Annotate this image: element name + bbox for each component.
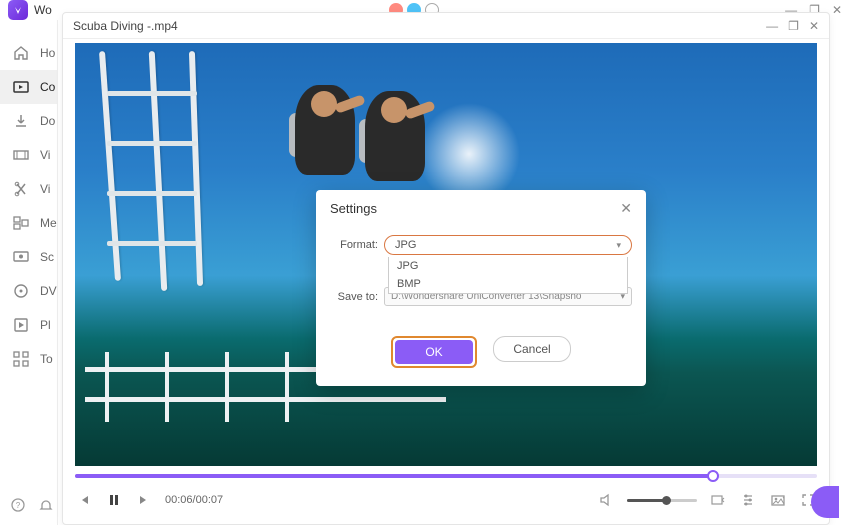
player-minimize-button[interactable]: —: [766, 19, 778, 33]
format-select[interactable]: JPG ▾: [384, 235, 632, 255]
time-display: 00:06/00:07: [165, 494, 223, 506]
next-frame-button[interactable]: [135, 491, 153, 509]
sidebar-item-downloader[interactable]: Do: [0, 104, 57, 138]
format-label: Format:: [330, 239, 378, 251]
sidebar-item-label: Vi: [40, 148, 50, 162]
sidebar-item-converter[interactable]: Co: [0, 70, 57, 104]
settings-icon[interactable]: [739, 491, 757, 509]
sidebar-item-label: Sc: [40, 250, 54, 264]
video-compress-icon: [12, 146, 30, 164]
progress-fill: [75, 474, 713, 478]
sidebar-item-merger[interactable]: Me: [0, 206, 57, 240]
progress-bar[interactable]: [75, 474, 817, 478]
player-close-button[interactable]: ✕: [809, 19, 819, 33]
progress-thumb[interactable]: [707, 470, 719, 482]
sidebar: Ho Co Do Vi Vi Me Sc DV: [0, 20, 58, 525]
converter-icon: [12, 78, 30, 96]
pause-button[interactable]: [105, 491, 123, 509]
format-option-jpg[interactable]: JPG: [389, 257, 627, 275]
sidebar-item-video-editor[interactable]: Vi: [0, 172, 57, 206]
player-icon: [12, 316, 30, 334]
merger-icon: [12, 214, 30, 232]
volume-slider[interactable]: [627, 499, 697, 502]
prev-frame-button[interactable]: [75, 491, 93, 509]
video-editor-icon: [12, 180, 30, 198]
help-icon[interactable]: ?: [10, 497, 26, 513]
format-option-bmp[interactable]: BMP: [389, 275, 627, 293]
sidebar-item-label: To: [40, 352, 53, 366]
sidebar-item-label: Me: [40, 216, 57, 230]
sidebar-item-label: Do: [40, 114, 55, 128]
format-dropdown: JPG BMP: [388, 257, 628, 294]
sidebar-item-player[interactable]: Pl: [0, 308, 57, 342]
sidebar-item-label: Ho: [40, 46, 55, 60]
volume-icon[interactable]: [597, 491, 615, 509]
ok-button[interactable]: OK: [395, 340, 473, 364]
screen-recorder-icon: [12, 248, 30, 266]
sidebar-item-label: Pl: [40, 318, 51, 332]
sidebar-item-video-compress[interactable]: Vi: [0, 138, 57, 172]
player-maximize-button[interactable]: ❐: [788, 19, 799, 33]
player-titlebar: Scuba Diving -.mp4 — ❐ ✕: [63, 13, 829, 39]
settings-close-button[interactable]: ✕: [620, 200, 632, 217]
action-button[interactable]: [811, 486, 839, 518]
sidebar-item-screen-recorder[interactable]: Sc: [0, 240, 57, 274]
chevron-down-icon: ▾: [616, 240, 621, 251]
dvd-burner-icon: [12, 282, 30, 300]
sidebar-item-toolbox[interactable]: To: [0, 342, 57, 376]
snapshot-button[interactable]: [769, 491, 787, 509]
player-title: Scuba Diving -.mp4: [73, 19, 178, 33]
toolbox-icon: [12, 350, 30, 368]
format-selected-value: JPG: [395, 239, 416, 251]
downloader-icon: [12, 112, 30, 130]
sidebar-item-label: Co: [40, 80, 55, 94]
ok-button-highlight: OK: [391, 336, 477, 368]
settings-dialog: Settings ✕ Format: JPG ▾ JPG BMP Save: [316, 190, 646, 386]
saveto-label: Save to:: [330, 291, 378, 303]
app-logo: [8, 0, 28, 20]
outer-close-button[interactable]: ✕: [832, 3, 842, 17]
home-icon: [12, 44, 30, 62]
svg-text:?: ?: [16, 501, 21, 510]
player-controls: 00:06/00:07: [75, 486, 817, 514]
bell-icon[interactable]: [38, 497, 54, 513]
cancel-button[interactable]: Cancel: [493, 336, 571, 362]
speed-button[interactable]: [709, 491, 727, 509]
app-name: Wo: [34, 3, 52, 17]
settings-title: Settings: [330, 201, 377, 216]
sidebar-item-home[interactable]: Ho: [0, 36, 57, 70]
sidebar-item-dvd-burner[interactable]: DV: [0, 274, 57, 308]
sidebar-item-label: Vi: [40, 182, 50, 196]
sidebar-item-label: DV: [40, 284, 57, 298]
